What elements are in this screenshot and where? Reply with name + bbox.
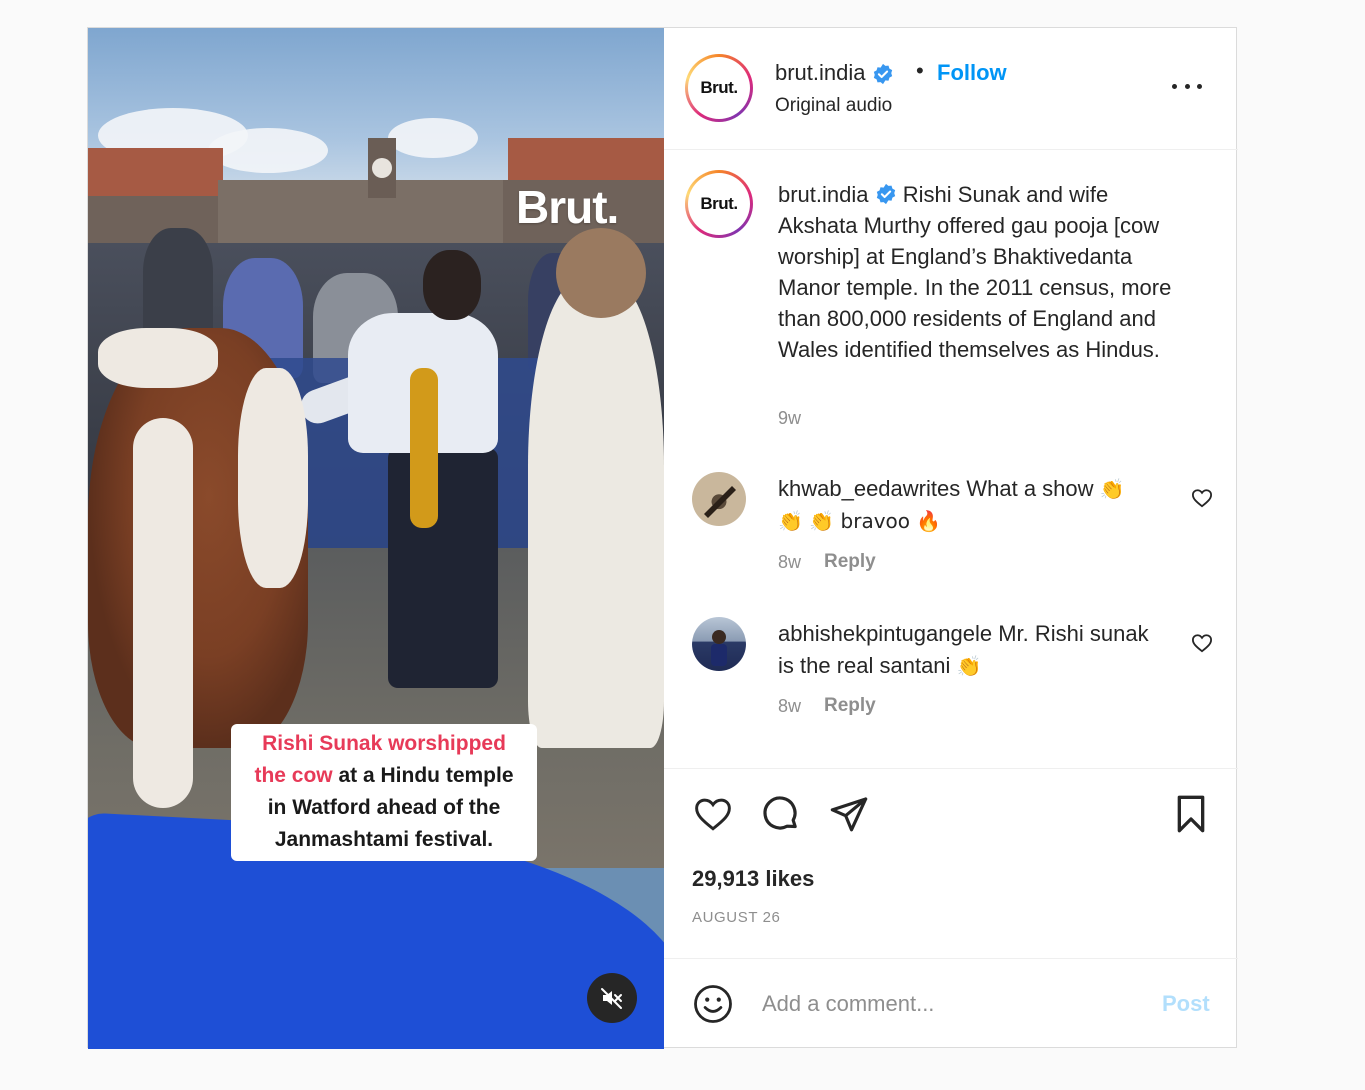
comment-emoji: 👏 (1099, 477, 1125, 501)
commenter-avatar[interactable] (692, 617, 746, 671)
video-caption-text: at a Hindu temple (332, 764, 514, 787)
avatar[interactable]: Brut. (685, 54, 753, 122)
video-caption-line: in Watford ahead of the (267, 796, 501, 819)
post-caption: brut.india Rishi Sunak and wife Akshata … (778, 179, 1178, 365)
video-caption-line: Rishi Sunak worshipped (262, 732, 506, 755)
avatar-inner: Brut. (688, 57, 750, 119)
avatar[interactable]: Brut. (685, 170, 753, 238)
emoji-picker-button[interactable] (692, 983, 734, 1025)
video-caption-line: the cow at a Hindu temple (231, 760, 537, 792)
comment-emoji: 👏 (956, 654, 982, 678)
save-button[interactable] (1170, 793, 1212, 835)
video-priest-head (556, 228, 646, 318)
bookmark-icon (1177, 795, 1205, 833)
comment-icon (763, 796, 797, 830)
video-clock (372, 158, 392, 178)
comment-emoji-line: 👏 👏 bravoo 🔥 (778, 509, 942, 533)
header-username[interactable]: brut.india (775, 60, 894, 86)
like-button[interactable] (692, 793, 734, 835)
add-comment-input[interactable] (762, 988, 1122, 1020)
post-container: Brut. Rishi Sunak worshipped the cow at … (87, 27, 1238, 1049)
video-man-head (423, 250, 481, 320)
post-sidebar: Brut. brut.india • Follow Original audio… (664, 28, 1238, 1049)
more-horizontal-icon (1184, 83, 1190, 89)
header-divider (664, 149, 1238, 150)
caption-text: Rishi Sunak and wife Akshata Murthy offe… (778, 182, 1172, 362)
more-options-button[interactable] (1172, 76, 1202, 96)
actions-divider (664, 768, 1238, 769)
comment-box-divider (664, 958, 1238, 959)
muted-speaker-icon (601, 988, 622, 1009)
share-button[interactable] (828, 793, 870, 835)
video-roof (88, 148, 223, 198)
comment-body: khwab_eedawrites What a show 👏 👏 👏 bravo… (778, 473, 1168, 537)
verified-badge-icon (873, 64, 892, 85)
reply-button[interactable]: Reply (824, 551, 876, 573)
commenter-avatar[interactable] (692, 472, 746, 526)
verified-badge-icon (876, 184, 895, 205)
paper-plane-icon (830, 797, 868, 832)
video-building (218, 180, 508, 250)
header-username-text: brut.india (775, 60, 866, 85)
video-caption-highlight: the cow (254, 764, 333, 787)
avatar-logo-text: Brut. (700, 78, 738, 97)
video-caption-line: Janmashtami festival. (274, 828, 494, 851)
avatar-logo-text: Brut. (700, 194, 738, 213)
post-comment-button[interactable]: Post (1162, 991, 1210, 1017)
caption-timestamp: 9w (778, 408, 802, 428)
video-cloud (388, 118, 478, 158)
comment-button[interactable] (760, 793, 802, 835)
video-cow-tail (133, 418, 193, 808)
video-roof (508, 138, 664, 183)
comment-like-heart-icon[interactable] (1191, 488, 1213, 508)
post-video[interactable]: Brut. Rishi Sunak worshipped the cow at … (88, 28, 664, 1049)
reply-button[interactable]: Reply (824, 695, 876, 717)
brut-watermark: Brut. (516, 181, 619, 233)
comment-timestamp: 8w (778, 696, 802, 716)
original-audio-link[interactable]: Original audio (775, 95, 892, 117)
caption-username[interactable]: brut.india (778, 182, 869, 207)
heart-icon (695, 798, 731, 831)
post-date[interactable]: AUGUST 26 (692, 909, 781, 926)
person-photo-icon (711, 630, 727, 666)
comment-timestamp: 8w (778, 552, 802, 572)
video-garland (410, 368, 438, 528)
video-cow-patch (98, 328, 218, 388)
video-cow-patch (238, 368, 308, 588)
video-cloud (208, 128, 328, 173)
video-priest (528, 278, 664, 748)
video-caption-overlay: Rishi Sunak worshipped the cow at a Hind… (231, 724, 537, 861)
comment-username[interactable]: khwab_eedawrites (778, 476, 960, 501)
comment-body: abhishekpintugangele Mr. Rishi sunak is … (778, 618, 1168, 682)
follow-button[interactable]: Follow (937, 60, 1007, 86)
pen-icon (704, 486, 736, 518)
header-separator: • (916, 58, 924, 83)
comment-username[interactable]: abhishekpintugangele (778, 621, 992, 646)
mute-button[interactable] (587, 973, 637, 1023)
comment-text: What a show (966, 476, 1100, 501)
video-person (143, 228, 213, 338)
more-horizontal-icon (1172, 83, 1177, 89)
avatar-inner: Brut. (688, 173, 750, 235)
more-horizontal-icon (1197, 83, 1202, 89)
comment-like-heart-icon[interactable] (1191, 633, 1213, 653)
likes-count[interactable]: 29,913 likes (692, 866, 814, 892)
video-man-pants (388, 448, 498, 688)
smiley-icon (694, 985, 732, 1023)
